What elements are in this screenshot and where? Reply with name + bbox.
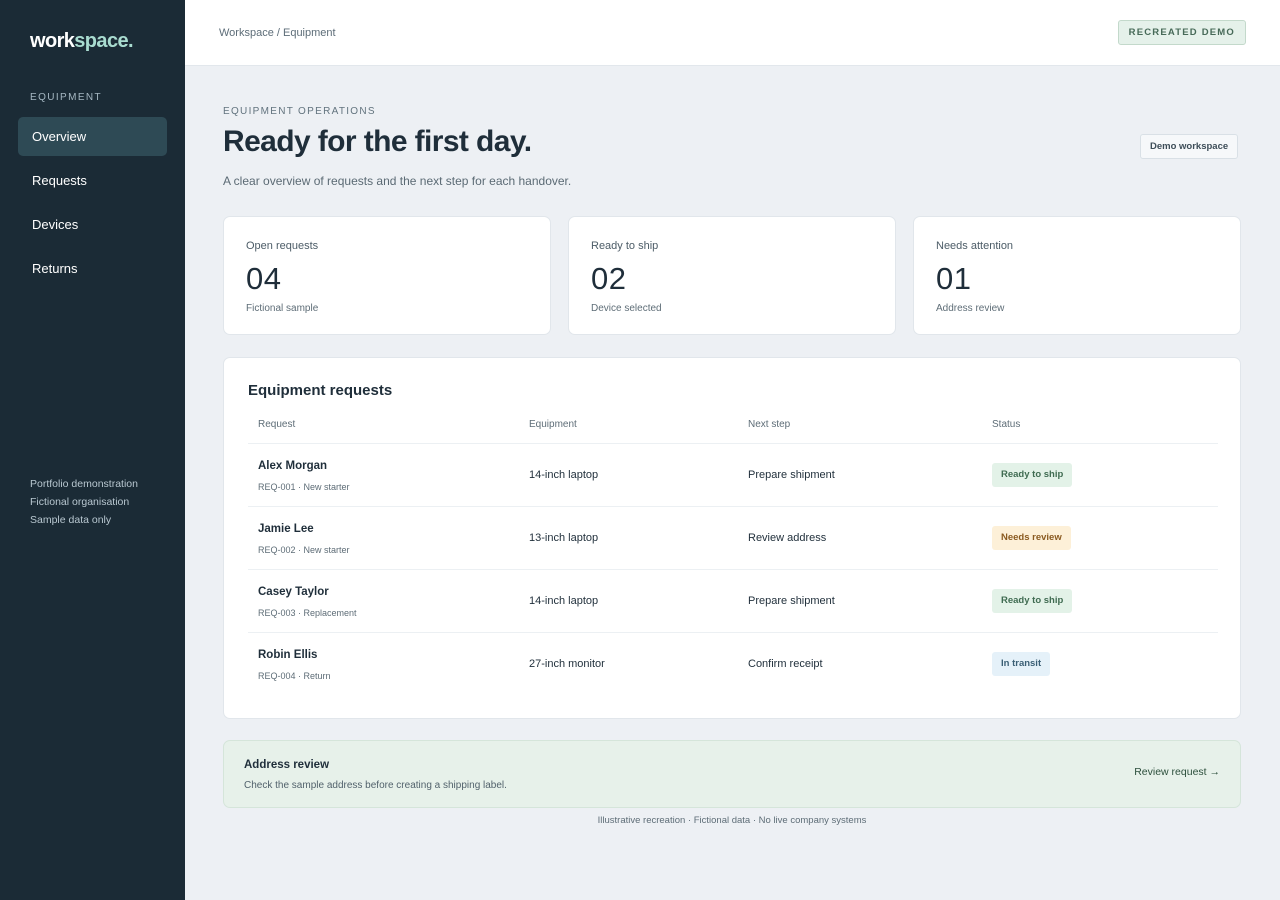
page-footer: Illustrative recreation · Fictional data… — [597, 815, 867, 826]
column-header-equipment: Equipment — [529, 419, 577, 430]
logo-part-2: space. — [74, 30, 133, 52]
table-header: Request Equipment Next step Status — [248, 418, 1218, 444]
nav-section-label: EQUIPMENT — [30, 92, 103, 103]
demo-badge: RECREATED DEMO — [1117, 20, 1246, 45]
status-badge: In transit — [992, 652, 1051, 676]
main-content: Workspace / Equipment RECREATED DEMO EQU… — [185, 0, 1280, 900]
request-equipment: 13-inch laptop — [529, 532, 599, 544]
logo-part-1: work — [30, 30, 75, 52]
sidebar-footer-line: Sample data only — [30, 514, 112, 526]
column-header-request: Request — [258, 419, 296, 430]
request-equipment: 14-inch laptop — [529, 469, 599, 481]
request-name: Jamie Lee — [258, 523, 314, 535]
sidebar-item-requests[interactable]: Requests — [18, 161, 167, 200]
column-header-status: Status — [992, 419, 1021, 430]
stat-card-open-requests: Open requests 04 Fictional sample — [223, 216, 551, 335]
request-next-step: Review address — [748, 532, 827, 544]
sidebar-item-returns[interactable]: Returns — [18, 249, 167, 288]
status-badge: Ready to ship — [992, 589, 1073, 613]
table-row[interactable]: Alex Morgan REQ-001 · New starter 14-inc… — [248, 444, 1218, 507]
stat-note: Device selected — [591, 303, 662, 314]
stat-value: 04 — [246, 261, 282, 296]
table-row[interactable]: Jamie Lee REQ-002 · New starter 13-inch … — [248, 507, 1218, 570]
stat-label: Needs attention — [936, 240, 1014, 252]
stat-note: Fictional sample — [246, 303, 319, 314]
table-title: Equipment requests — [248, 382, 393, 399]
alert-title: Address review — [244, 759, 330, 771]
request-next-step: Prepare shipment — [748, 595, 835, 607]
stat-value: 02 — [591, 261, 627, 296]
stat-note: Address review — [936, 303, 1005, 314]
request-next-step: Prepare shipment — [748, 469, 835, 481]
stat-card-ready-to-ship: Ready to ship 02 Device selected — [568, 216, 896, 335]
status-badge: Ready to ship — [992, 463, 1073, 487]
sidebar-nav: Overview Requests Devices Returns — [18, 117, 167, 293]
app: workspace. EQUIPMENT Overview Requests D… — [0, 0, 1280, 900]
page-eyebrow: EQUIPMENT OPERATIONS — [223, 106, 376, 117]
stat-label: Open requests — [246, 240, 319, 252]
topbar: Workspace / Equipment RECREATED DEMO — [185, 0, 1280, 66]
request-name: Casey Taylor — [258, 586, 329, 598]
table-row[interactable]: Casey Taylor REQ-003 · Replacement 14-in… — [248, 570, 1218, 633]
logo[interactable]: workspace. — [30, 30, 134, 53]
address-review-alert: Address review Check the sample address … — [223, 740, 1241, 808]
sidebar-footer: Portfolio demonstration Fictional organi… — [30, 475, 138, 529]
request-meta: REQ-002 · New starter — [258, 545, 350, 555]
column-header-next-step: Next step — [748, 419, 791, 430]
request-equipment: 27-inch monitor — [529, 658, 605, 670]
request-equipment: 14-inch laptop — [529, 595, 599, 607]
stats-row: Open requests 04 Fictional sample Ready … — [223, 216, 1241, 335]
stat-value: 01 — [936, 261, 972, 296]
breadcrumb: Workspace / Equipment — [219, 27, 336, 39]
sidebar-footer-line: Portfolio demonstration — [30, 478, 138, 490]
stat-card-needs-attention: Needs attention 01 Address review — [913, 216, 1241, 335]
request-name: Alex Morgan — [258, 460, 328, 472]
stat-label: Ready to ship — [591, 240, 659, 252]
sidebar: workspace. EQUIPMENT Overview Requests D… — [0, 0, 185, 900]
request-meta: REQ-001 · New starter — [258, 482, 350, 492]
page-title: Ready for the first day. — [223, 125, 532, 158]
sidebar-footer-line: Fictional organisation — [30, 496, 130, 508]
review-request-link[interactable]: Review request → — [1134, 766, 1220, 778]
request-meta: REQ-004 · Return — [258, 671, 331, 681]
alert-text: Check the sample address before creating… — [244, 780, 507, 791]
page-subtitle: A clear overview of requests and the nex… — [223, 174, 572, 188]
request-meta: REQ-003 · Replacement — [258, 608, 357, 618]
sidebar-item-overview[interactable]: Overview — [18, 117, 167, 156]
request-next-step: Confirm receipt — [748, 658, 823, 670]
status-badge: Needs review — [992, 526, 1071, 550]
table-row[interactable]: Robin Ellis REQ-004 · Return 27-inch mon… — [248, 633, 1218, 696]
equipment-requests-table: Equipment requests Request Equipment Nex… — [223, 357, 1241, 719]
workspace-button[interactable]: Demo workspace — [1140, 134, 1239, 159]
sidebar-item-devices[interactable]: Devices — [18, 205, 167, 244]
request-name: Robin Ellis — [258, 649, 318, 661]
